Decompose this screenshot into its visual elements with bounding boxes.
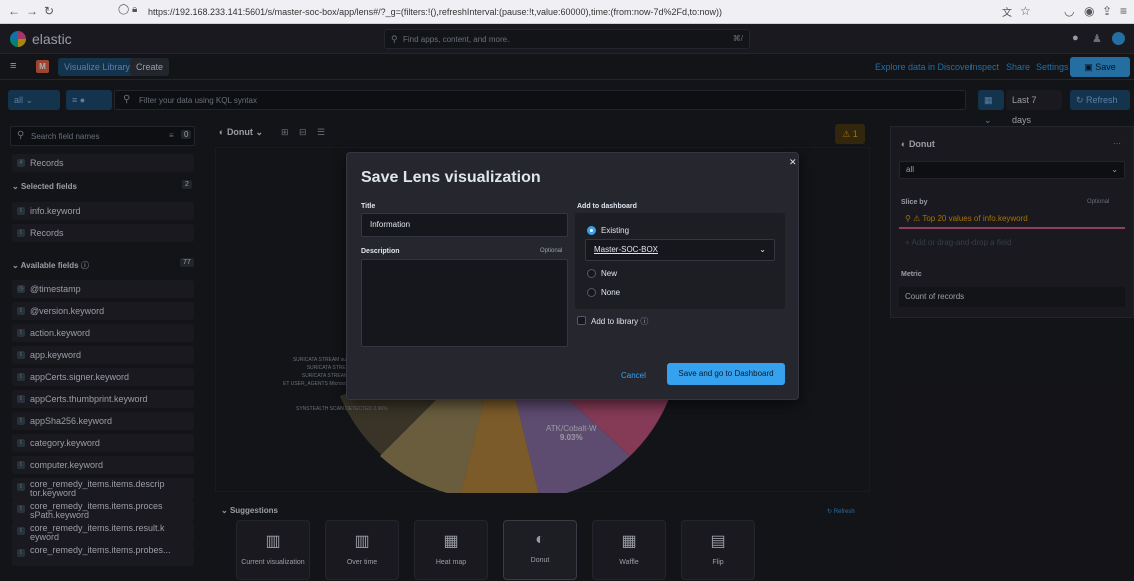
browser-bar: ← → ↻ ◯ 🔒︎ https://192.168.233.141:5601/… bbox=[0, 0, 1134, 24]
title-input[interactable]: Information bbox=[361, 213, 568, 237]
description-optional: Optional bbox=[540, 248, 563, 254]
reload-icon[interactable]: ↻ bbox=[44, 4, 54, 18]
radio-new[interactable] bbox=[587, 269, 596, 278]
dashboard-label: Add to dashboard bbox=[577, 203, 637, 210]
close-icon[interactable]: ✕ bbox=[789, 157, 797, 168]
library-label-text: Add to library bbox=[591, 317, 639, 326]
title-label: Title bbox=[361, 203, 376, 210]
lock-icon: 🔒︎ bbox=[132, 4, 138, 15]
extensions-icon[interactable]: ⇪ bbox=[1102, 4, 1112, 18]
forward-icon[interactable]: → bbox=[26, 4, 38, 18]
description-label: Description bbox=[361, 248, 400, 255]
add-to-library-checkbox[interactable] bbox=[577, 316, 586, 325]
pocket-icon[interactable]: ◡ bbox=[1064, 4, 1074, 18]
dashboard-options: Existing Master-SOC-BOX ⌄ New None bbox=[575, 213, 785, 309]
dashboard-select[interactable]: Master-SOC-BOX ⌄ bbox=[585, 239, 775, 261]
address-bar[interactable]: https://192.168.233.141:5601/s/master-so… bbox=[148, 3, 908, 21]
radio-existing[interactable] bbox=[587, 226, 596, 235]
bookmark-star-icon[interactable]: ☆ bbox=[1020, 4, 1031, 18]
radio-none-label: None bbox=[601, 288, 621, 297]
save-modal: ✕ Save Lens visualization Title Informat… bbox=[346, 152, 799, 400]
chevron-down-icon: ⌄ bbox=[759, 245, 766, 254]
save-and-go-button[interactable]: Save and go to Dashboard bbox=[667, 363, 785, 385]
back-icon[interactable]: ← bbox=[8, 4, 20, 18]
cancel-button[interactable]: Cancel bbox=[621, 371, 646, 380]
translate-icon[interactable]: 文 bbox=[1002, 4, 1012, 19]
dashboard-selected: Master-SOC-BOX bbox=[594, 245, 659, 254]
radio-existing-label: Existing bbox=[601, 226, 630, 235]
description-textarea[interactable] bbox=[361, 259, 568, 347]
add-to-library-label: Add to library ⓘ bbox=[591, 316, 648, 327]
account-icon[interactable]: ◉ bbox=[1084, 4, 1094, 18]
shield-icon: ◯ bbox=[118, 4, 130, 15]
info-icon: ⓘ bbox=[640, 317, 649, 326]
radio-new-label: New bbox=[601, 269, 618, 278]
modal-heading: Save Lens visualization bbox=[361, 169, 541, 186]
menu-icon[interactable]: ≡ bbox=[1120, 4, 1127, 18]
radio-none[interactable] bbox=[587, 288, 596, 297]
